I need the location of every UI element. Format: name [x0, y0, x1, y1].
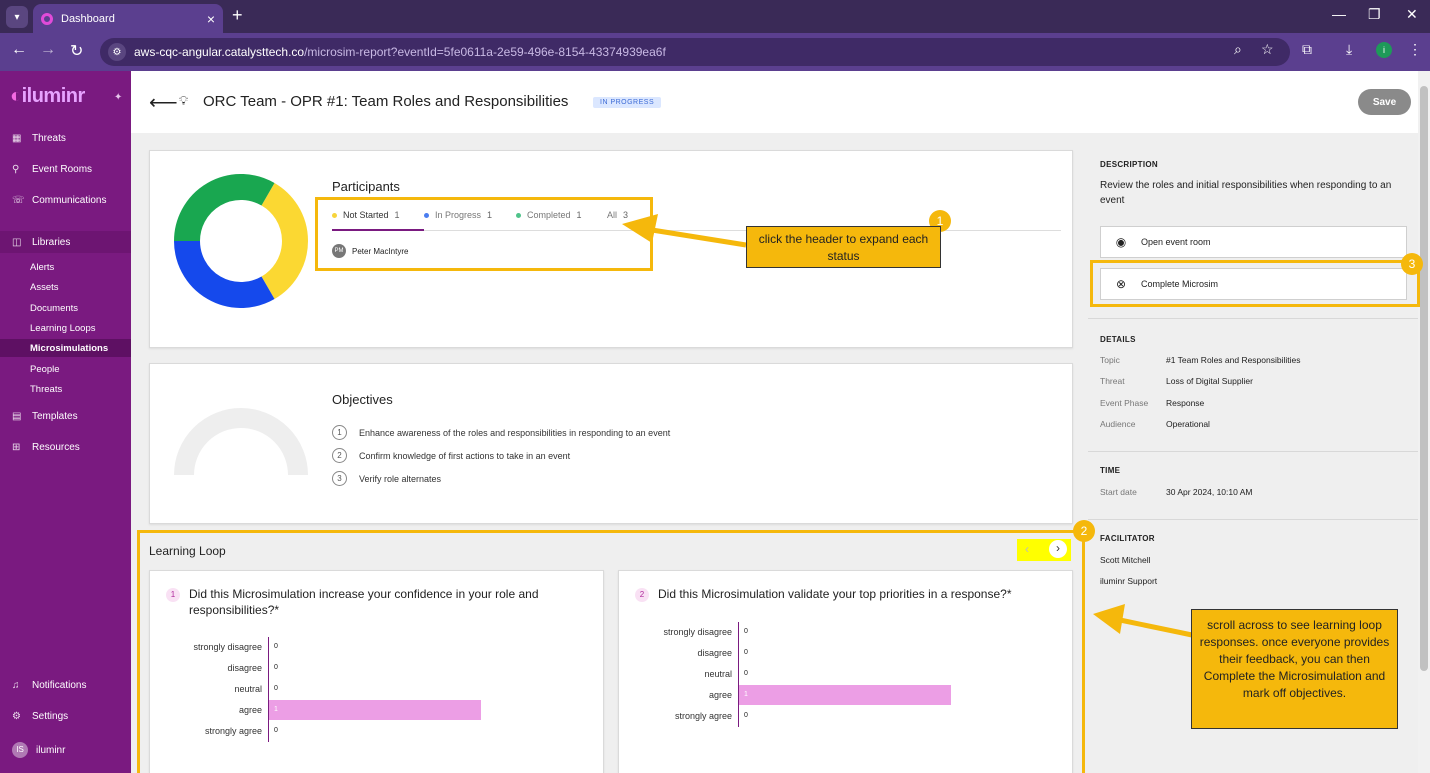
annotation-arrowhead-2	[1093, 604, 1125, 634]
annotation-note-scroll: scroll across to see learning loop respo…	[1191, 609, 1398, 729]
annotation-arrow-1	[651, 227, 747, 248]
annotation-arrowhead-1	[622, 214, 658, 243]
annotation-arrow-2	[1119, 617, 1193, 638]
annotation-note-expand: click the header to expand each status	[746, 226, 941, 268]
